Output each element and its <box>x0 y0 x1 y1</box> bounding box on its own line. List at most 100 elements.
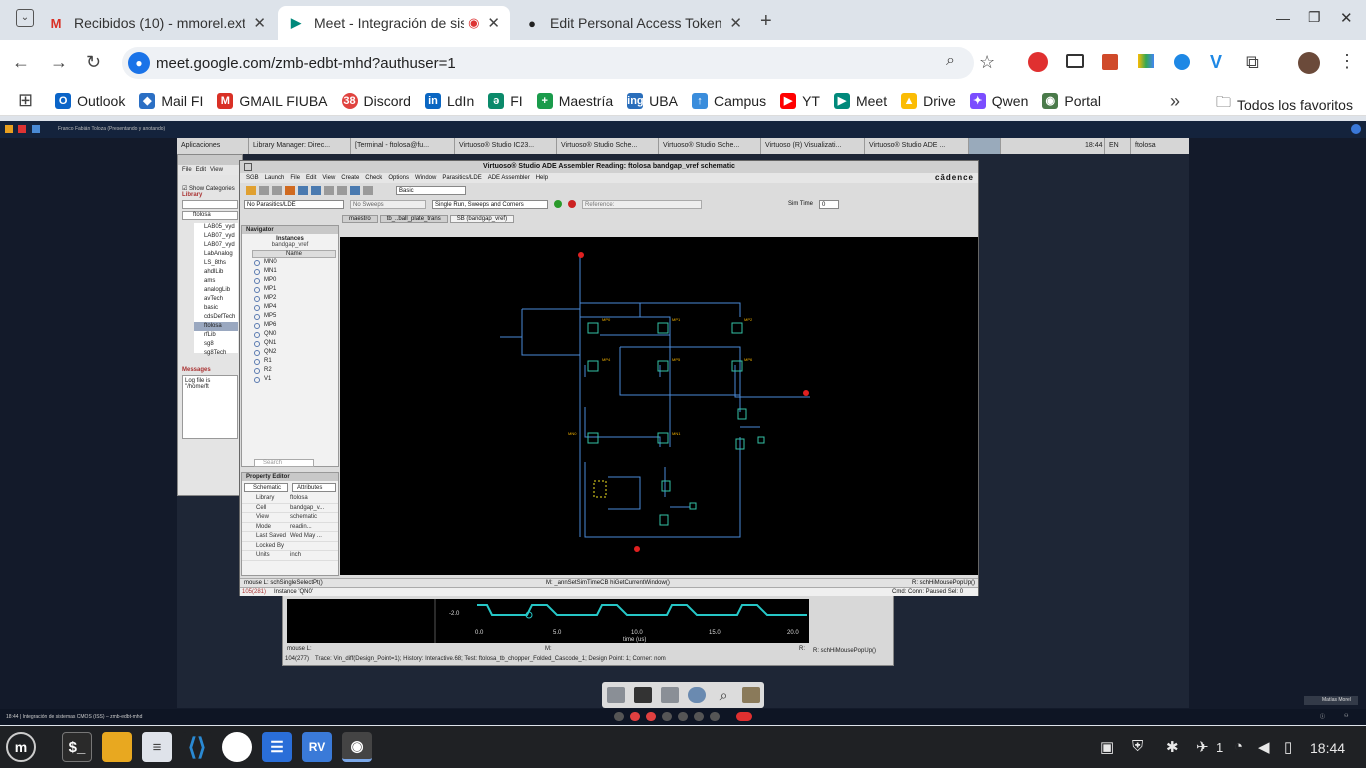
bookmark-youtube[interactable]: ▶ YT <box>780 92 820 109</box>
menu-item[interactable]: View <box>322 173 335 183</box>
info-icon[interactable]: ⓘ <box>1320 713 1325 720</box>
sim-time-input[interactable]: 0 <box>819 199 840 209</box>
disk-icon[interactable] <box>660 687 679 703</box>
close-window-button[interactable]: ✕ <box>1340 9 1353 27</box>
tab-testbench[interactable]: tb_..ball_plate_trans <box>379 215 448 223</box>
menu-item[interactable]: Launch <box>265 173 285 183</box>
raise-hand-icon[interactable] <box>678 712 688 721</box>
bookmark-maestria[interactable]: + Maestría <box>536 92 613 109</box>
instance-item[interactable]: QN1 <box>254 339 338 348</box>
instance-item[interactable]: MN1 <box>254 267 338 276</box>
bluetooth-icon[interactable]: ✱ <box>1166 738 1179 756</box>
instance-item[interactable]: MP2 <box>254 294 338 303</box>
library-item[interactable]: LAB07_vyd <box>194 241 238 250</box>
workspace-switcher[interactable] <box>969 138 1001 154</box>
folder-icon[interactable] <box>606 687 625 703</box>
reference-field[interactable]: Reference: <box>582 199 702 209</box>
library-item[interactable]: ahdlLib <box>194 268 238 277</box>
zoom-icon[interactable]: ⌕ <box>946 52 955 70</box>
instance-item[interactable]: R1 <box>254 357 338 366</box>
property-row[interactable]: Library ftolosa <box>242 494 338 504</box>
menu-item[interactable]: SGB <box>246 173 259 183</box>
instance-item[interactable]: R2 <box>254 366 338 375</box>
tool-icon[interactable] <box>350 185 360 195</box>
schematic-canvas[interactable]: MP0 MP1 MP2 MP4 MP5 MP6 MN0 MN1 <box>340 237 978 575</box>
folder-icon[interactable] <box>741 687 760 703</box>
property-row[interactable]: Last Saved Wed May ... <box>242 532 338 542</box>
vnc-task[interactable]: [Terminal - ftolosa@fu... <box>351 138 455 154</box>
extensions-puzzle-icon[interactable]: ⧉ <box>1246 52 1259 73</box>
instance-item[interactable]: MP5 <box>254 312 338 321</box>
filter-select[interactable]: Attributes <box>292 483 336 492</box>
extension-icon[interactable] <box>1028 52 1048 72</box>
bookmark-fi[interactable]: ə FI <box>488 92 523 109</box>
library-item[interactable]: ftolosa <box>194 322 238 331</box>
library-item[interactable]: LS_8ths <box>194 259 238 268</box>
bookmark-portal[interactable]: ◉ Portal <box>1042 92 1101 109</box>
vnc-task[interactable]: Virtuoso® Studio Sche... <box>557 138 659 154</box>
open-icon[interactable] <box>246 185 256 195</box>
property-row[interactable]: Cell bandgap_v... <box>242 504 338 513</box>
menu-item[interactable]: ADE Assembler <box>488 173 530 183</box>
library-filter-input[interactable] <box>182 200 238 209</box>
tab-schematic[interactable]: SB (bandgap_vref) <box>449 215 515 223</box>
tab-github[interactable]: ● Edit Personal Access Token ( ✕ <box>514 6 752 40</box>
remote-icon[interactable]: ✈ <box>1196 738 1209 756</box>
menu-item[interactable]: File <box>290 173 300 183</box>
shield-icon[interactable]: ⛨ <box>1132 738 1143 755</box>
bookmark-linkedin[interactable]: in LdIn <box>424 92 474 109</box>
tool-icon[interactable] <box>285 185 295 195</box>
drive-extension-icon[interactable] <box>1138 54 1154 68</box>
close-icon[interactable]: ✕ <box>487 14 500 32</box>
property-row[interactable]: Units inch <box>242 551 338 561</box>
extension-icon[interactable] <box>1174 54 1190 70</box>
text-editor-icon[interactable]: ≡ <box>142 732 172 762</box>
present-icon[interactable] <box>694 712 704 721</box>
terminal-icon[interactable]: $_ <box>62 732 92 762</box>
instance-item[interactable]: MP1 <box>254 285 338 294</box>
new-tab-button[interactable]: + <box>760 10 772 33</box>
tool-icon[interactable] <box>337 185 347 195</box>
instance-item[interactable]: MN0 <box>254 258 338 267</box>
instance-item[interactable]: V1 <box>254 375 338 384</box>
restore-button[interactable]: ❐ <box>1308 9 1321 26</box>
notifications-icon[interactable]: ▣ <box>1100 738 1114 756</box>
vnc-task[interactable]: Virtuoso (R) Visualizati... <box>761 138 865 154</box>
library-item[interactable]: cdsDefTech <box>194 313 238 322</box>
reload-icon[interactable]: ↻ <box>86 52 101 73</box>
vimeo-icon[interactable]: V <box>1210 52 1222 73</box>
mode-select[interactable]: Schematic <box>244 483 288 492</box>
menu-item[interactable]: Edit <box>306 173 316 183</box>
browser-icon[interactable] <box>687 687 706 703</box>
library-item[interactable]: avTech <box>194 295 238 304</box>
rvnc-icon[interactable]: RV <box>302 732 332 762</box>
menu-item[interactable]: Create <box>341 173 359 183</box>
vnc-task[interactable]: Virtuoso® Studio IC23... <box>455 138 557 154</box>
people-icon[interactable]: ⚇ <box>1344 713 1348 719</box>
tab-gmail[interactable]: M Recibidos (10) - mmorel.ext@ ✕ <box>38 6 276 40</box>
tool-icon[interactable] <box>324 185 334 195</box>
tool-icon[interactable] <box>298 185 308 195</box>
library-item[interactable]: LAB07_vyd <box>194 232 238 241</box>
vnc-task[interactable]: Library Manager: Direc... <box>249 138 351 154</box>
tool-icon[interactable] <box>311 185 321 195</box>
leave-call-button[interactable] <box>736 712 752 721</box>
app-icon[interactable] <box>222 732 252 762</box>
cast-icon[interactable] <box>1066 54 1084 68</box>
tool-icon[interactable] <box>363 185 373 195</box>
mint-menu-icon[interactable]: m <box>6 732 36 762</box>
instance-item[interactable]: MP0 <box>254 276 338 285</box>
camera-off-icon[interactable] <box>630 712 640 721</box>
vscode-icon[interactable]: ⟨⟩ <box>182 732 212 762</box>
back-icon[interactable]: ← <box>12 52 30 73</box>
menu-item[interactable]: Window <box>415 173 436 183</box>
mic-icon[interactable] <box>614 712 624 721</box>
apps-grid-icon[interactable]: ⊞ <box>18 90 33 111</box>
address-bar[interactable]: ● meet.google.com/zmb-edbt-mhd?authuser=… <box>122 47 974 79</box>
property-row[interactable]: View schematic <box>242 513 338 523</box>
instance-item[interactable]: MP6 <box>254 321 338 330</box>
workspace-select[interactable]: Basic <box>396 185 466 195</box>
files-icon[interactable] <box>102 732 132 762</box>
bookmark-campus[interactable]: ↑ Campus <box>691 92 766 109</box>
library-item[interactable]: LabAnalog <box>194 250 238 259</box>
